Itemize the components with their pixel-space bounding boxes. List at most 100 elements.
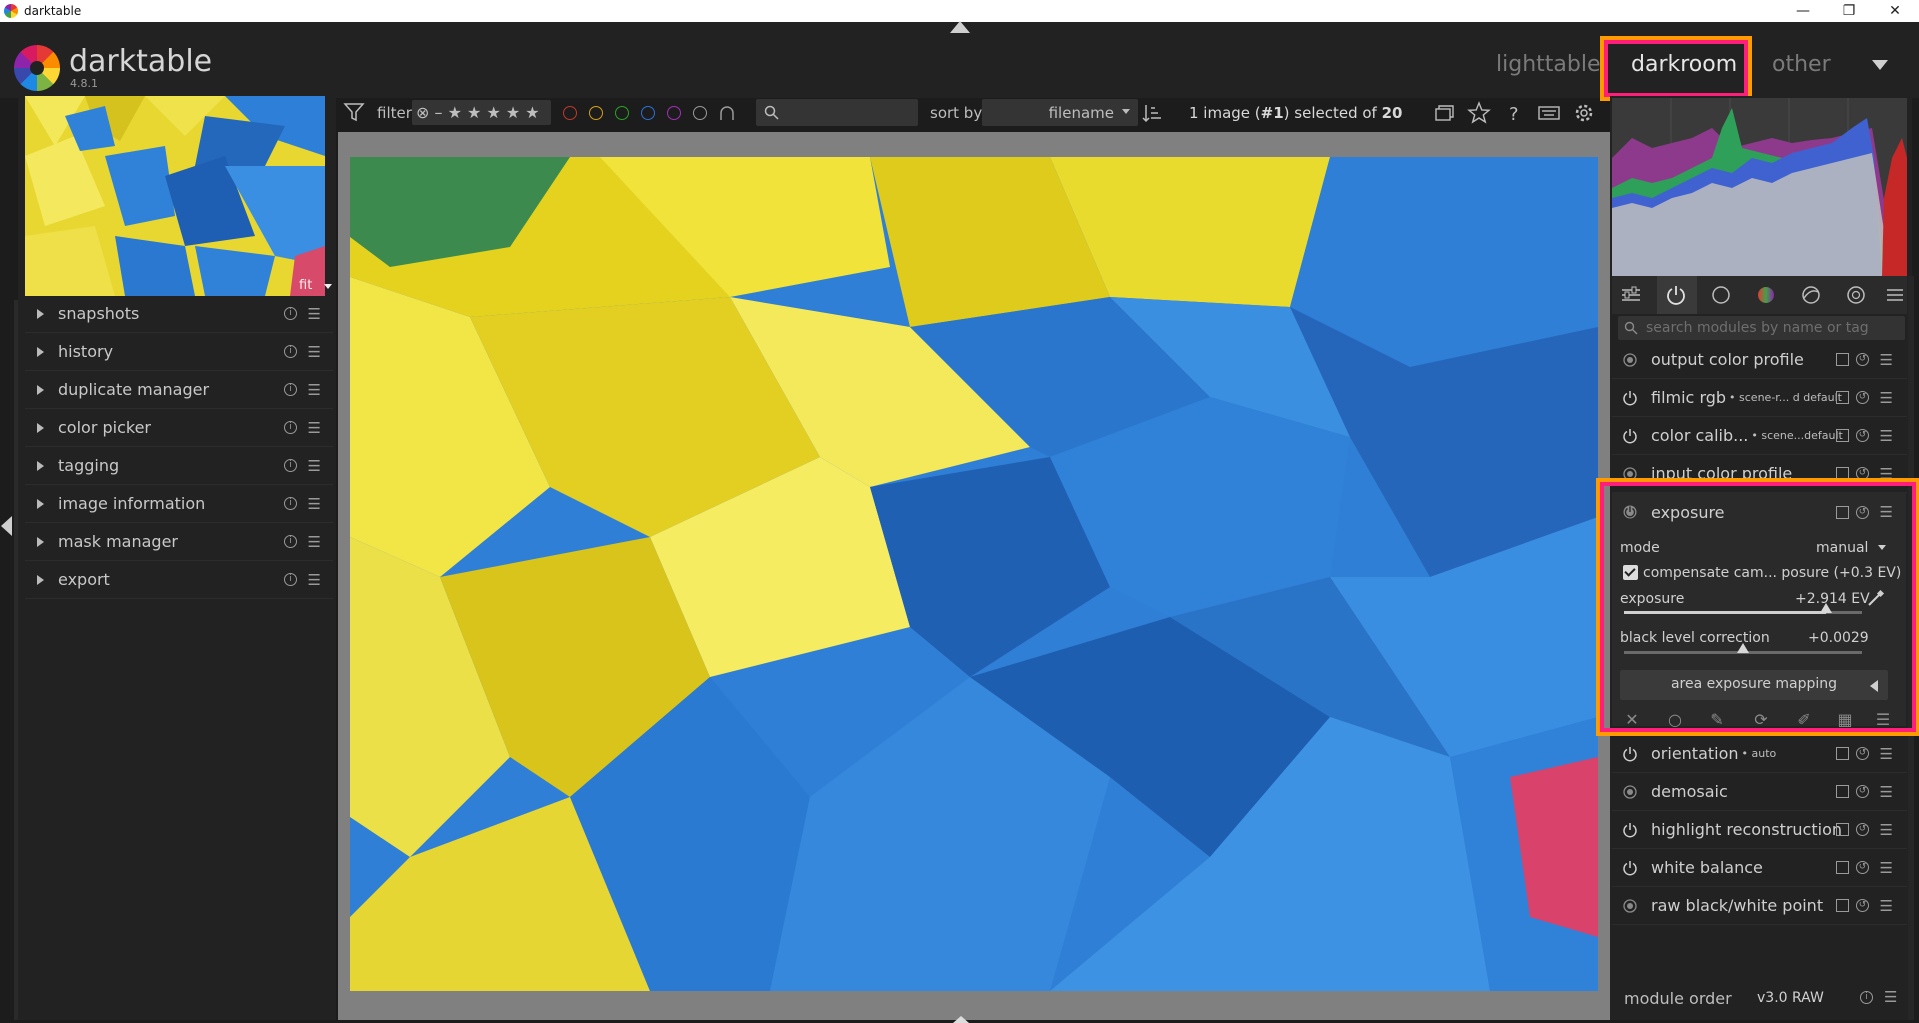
module-demosaic[interactable]: demosaic ↺ ☰ (1612, 773, 1907, 811)
star-overlays-icon[interactable] (1467, 101, 1491, 125)
reset-icon[interactable]: ↺ (1856, 823, 1869, 836)
grouping-icon[interactable] (1432, 101, 1456, 125)
effects-group-icon[interactable] (1845, 284, 1867, 306)
collapse-top-arrow-icon[interactable] (950, 21, 970, 33)
quick-access-sliders-icon[interactable] (1620, 284, 1642, 306)
presets-menu-icon[interactable]: ☰ (1880, 821, 1893, 839)
preferences-gear-icon[interactable] (1572, 101, 1596, 125)
reset-icon[interactable]: ↺ (1856, 429, 1869, 442)
reset-icon[interactable]: ↺ (1856, 861, 1869, 874)
color-label-green-icon[interactable] (615, 106, 629, 120)
presets-menu-icon[interactable]: ☰ (1880, 427, 1893, 445)
view-other[interactable]: other (1772, 52, 1831, 77)
info-icon[interactable]: i (1860, 991, 1873, 1004)
color-label-blue-icon[interactable] (641, 106, 655, 120)
minimize-button[interactable]: — (1780, 0, 1826, 22)
left-module-image-information[interactable]: image information i ☰ (25, 485, 333, 523)
left-module-mask-manager[interactable]: mask manager i ☰ (25, 523, 333, 561)
presets-menu-icon[interactable]: ☰ (1880, 389, 1893, 407)
collapse-left-arrow-icon[interactable] (1, 516, 12, 536)
info-icon[interactable]: i (284, 345, 297, 358)
presets-menu-icon[interactable]: ☰ (1880, 745, 1893, 763)
view-darkroom[interactable]: darkroom (1631, 52, 1737, 77)
presets-menu-icon[interactable]: ☰ (308, 533, 321, 551)
left-module-tagging[interactable]: tagging i ☰ (25, 447, 333, 485)
power-icon[interactable] (1622, 860, 1638, 876)
main-image[interactable] (350, 157, 1598, 991)
zoom-fit-label[interactable]: fit (299, 278, 312, 293)
info-icon[interactable]: i (284, 573, 297, 586)
multi-instance-icon[interactable] (1836, 785, 1849, 798)
info-icon[interactable]: i (284, 459, 297, 472)
view-lighttable[interactable]: lighttable (1496, 52, 1600, 77)
multi-instance-icon[interactable] (1836, 353, 1849, 366)
sort-select[interactable]: filename (982, 99, 1138, 126)
reset-icon[interactable]: ↺ (1856, 391, 1869, 404)
info-icon[interactable]: i (284, 497, 297, 510)
reset-icon[interactable]: ↺ (1856, 785, 1869, 798)
histogram[interactable] (1612, 98, 1907, 276)
multi-instance-icon[interactable] (1836, 747, 1849, 760)
module-white-balance[interactable]: white balance ↺ ☰ (1612, 849, 1907, 887)
zoom-chevron-down-icon[interactable] (324, 284, 332, 289)
presets-menu-icon[interactable]: ☰ (1884, 988, 1897, 1006)
info-icon[interactable]: i (284, 383, 297, 396)
presets-menu-icon[interactable]: ☰ (308, 343, 321, 361)
color-label-red-icon[interactable] (563, 106, 577, 120)
reset-icon[interactable]: ↺ (1856, 747, 1869, 760)
view-menu-chevron-icon[interactable] (1872, 60, 1888, 70)
color-label-purple-icon[interactable] (667, 106, 681, 120)
multi-instance-icon[interactable] (1836, 861, 1849, 874)
base-group-circle-icon[interactable] (1710, 284, 1732, 306)
maximize-button[interactable]: ❐ (1826, 0, 1872, 22)
power-icon[interactable] (1622, 390, 1638, 406)
color-label-operator-icon[interactable] (719, 105, 735, 121)
left-module-export[interactable]: export i ☰ (25, 561, 333, 599)
presets-menu-icon[interactable]: ☰ (1880, 351, 1893, 369)
presets-menu-icon[interactable]: ☰ (308, 419, 321, 437)
presets-menu-icon[interactable]: ☰ (1880, 783, 1893, 801)
color-label-yellow-icon[interactable] (589, 106, 603, 120)
left-module-color-picker[interactable]: color picker i ☰ (25, 409, 333, 447)
power-icon[interactable] (1622, 822, 1638, 838)
filter-funnel-icon[interactable] (343, 101, 365, 123)
module-order-value[interactable]: v3.0 RAW (1757, 990, 1824, 1006)
module-color-calibration[interactable]: color calib... • scene...default ↺ ☰ (1612, 417, 1907, 455)
module-output-color-profile[interactable]: output color profile ↺ ☰ (1612, 341, 1907, 379)
info-icon[interactable]: i (284, 535, 297, 548)
module-highlight-reconstruction[interactable]: highlight reconstruction ↺ ☰ (1612, 811, 1907, 849)
module-raw-black-white-point[interactable]: raw black/white point ↺ ☰ (1612, 887, 1907, 925)
presets-menu-icon[interactable]: ☰ (308, 305, 321, 323)
correct-group-icon[interactable] (1800, 284, 1822, 306)
presets-menu-icon[interactable]: ☰ (308, 457, 321, 475)
text-search-input[interactable] (756, 99, 918, 126)
color-group-icon[interactable] (1755, 284, 1777, 306)
info-icon[interactable]: i (284, 421, 297, 434)
info-icon[interactable]: i (284, 307, 297, 320)
presets-menu-icon[interactable]: ☰ (1880, 859, 1893, 877)
multi-instance-icon[interactable] (1836, 429, 1849, 442)
presets-menu-icon[interactable]: ☰ (308, 571, 321, 589)
reset-icon[interactable]: ↺ (1856, 899, 1869, 912)
reset-icon[interactable]: ↺ (1856, 353, 1869, 366)
power-icon[interactable] (1622, 428, 1638, 444)
multi-instance-icon[interactable] (1836, 899, 1849, 912)
rating-filter[interactable]: ⊗ – ★ ★ ★ ★ ★ (412, 100, 551, 125)
group-presets-menu-icon[interactable] (1884, 284, 1906, 306)
module-orientation[interactable]: orientation • auto ↺ ☰ (1612, 735, 1907, 773)
close-button[interactable]: ✕ (1872, 0, 1918, 22)
navigation-thumbnail[interactable] (25, 96, 325, 296)
sort-order-icon[interactable] (1142, 102, 1162, 124)
power-icon[interactable] (1622, 746, 1638, 762)
left-module-duplicate-manager[interactable]: duplicate manager i ☰ (25, 371, 333, 409)
presets-menu-icon[interactable]: ☰ (308, 495, 321, 513)
left-scrollbar[interactable] (14, 300, 18, 1020)
left-module-snapshots[interactable]: snapshots i ☰ (25, 295, 333, 333)
collapse-bottom-arrow-icon[interactable] (953, 1016, 969, 1023)
multi-instance-icon[interactable] (1836, 391, 1849, 404)
multi-instance-icon[interactable] (1836, 823, 1849, 836)
active-modules-power-icon[interactable] (1665, 284, 1687, 306)
help-icon[interactable]: ? (1502, 101, 1526, 125)
presets-menu-icon[interactable]: ☰ (1880, 897, 1893, 915)
presets-menu-icon[interactable]: ☰ (308, 381, 321, 399)
